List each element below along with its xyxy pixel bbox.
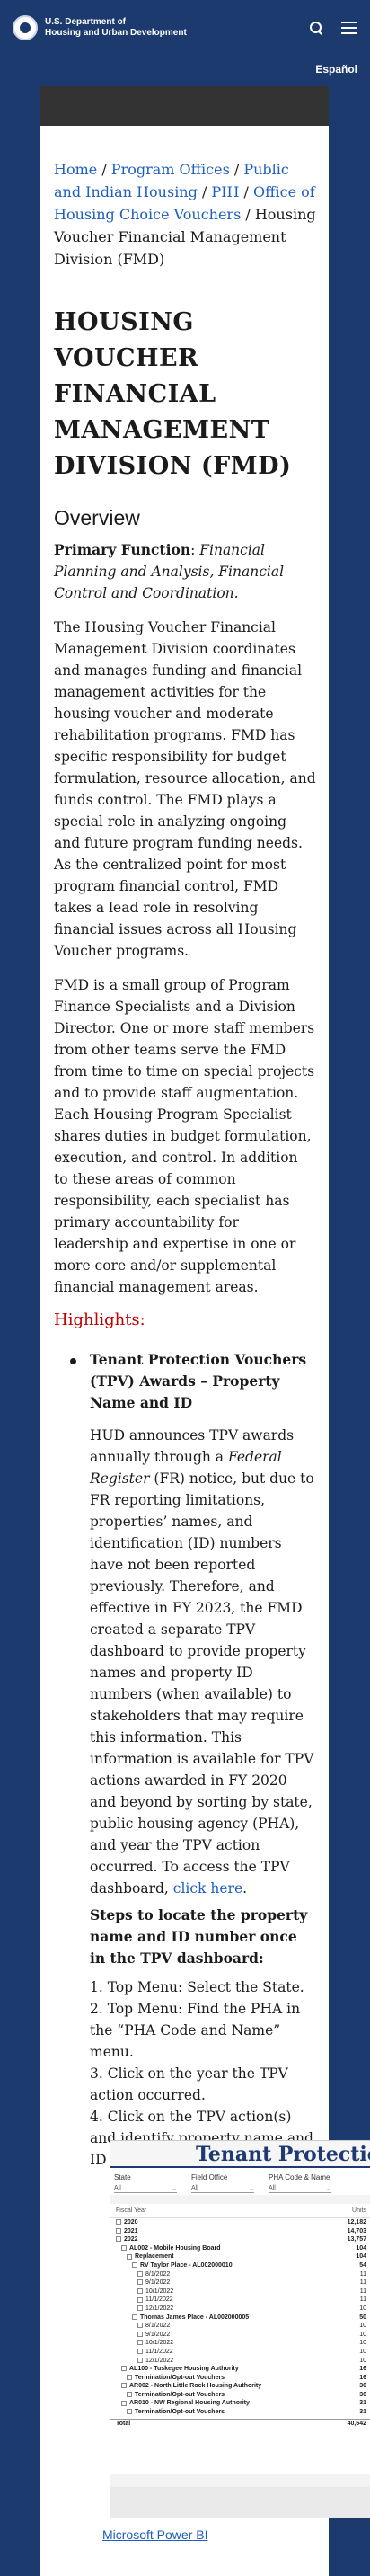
overview-paragraph-1: The Housing Voucher Financial Management… [54, 619, 316, 959]
table-row[interactable]: 9/1/2022 11 [110, 2278, 370, 2287]
table-row[interactable]: 11/1/2022 11 [110, 2296, 370, 2305]
expand-toggle-icon [127, 2409, 132, 2415]
table-row[interactable]: Replacement 104 [110, 2252, 370, 2261]
table-row[interactable]: 10/1/2022 10 [110, 2339, 370, 2348]
table-row[interactable]: 11/1/2022 10 [110, 2348, 370, 2357]
expand-toggle-icon [116, 2219, 121, 2225]
dashboard-table: Fiscal Year Units 2020 12,182 2021 14,703 202… [110, 2204, 370, 2474]
table-row[interactable]: Termination/Opt-out Vouchers 16 [110, 2374, 370, 2383]
breadcrumb-home[interactable]: Home [54, 161, 97, 178]
expand-toggle-icon [132, 2314, 137, 2320]
hud-seal-logo[interactable] [13, 15, 38, 40]
expand-toggle-icon [137, 2287, 143, 2294]
expand-toggle-icon [127, 2392, 132, 2398]
steps-title: Steps to locate the property name and ID… [90, 1906, 308, 1967]
table-row[interactable]: Termination/Opt-out Vouchers 31 [110, 2408, 370, 2417]
step-1: 1. Top Menu: Select the State. [90, 1979, 304, 1995]
site-header: U.S. Department of Housing and Urban Dev… [0, 0, 370, 56]
page-title: HOUSING VOUCHER FINANCIAL MANAGEMENT DIV… [54, 308, 292, 480]
expand-toggle-icon [121, 2366, 127, 2372]
table-row[interactable]: 12/1/2022 10 [110, 2305, 370, 2314]
highlights-list: Tenant Protection Vouchers (TPV) Awards … [54, 1349, 316, 2171]
breadcrumb-program-offices[interactable]: Program Offices [111, 161, 230, 178]
table-row[interactable]: 2021 14,703 [110, 2227, 370, 2236]
breadcrumb: Home / Program Offices / Public and Indi… [54, 161, 316, 268]
table-row[interactable]: 2022 13,757 [110, 2235, 370, 2244]
table-total-row: Total 40,642 [110, 2418, 370, 2428]
table-row[interactable]: 8/1/2022 10 [110, 2322, 370, 2331]
table-row[interactable]: AL002 - Mobile Housing Board 104 [110, 2244, 370, 2253]
expand-toggle-icon [137, 2331, 143, 2337]
overview-paragraph-2: FMD is a small group of Program Finance … [54, 977, 315, 1295]
breadcrumb-pih[interactable]: PIH [211, 183, 239, 200]
primary-function: Primary Function: Financial Planning and… [54, 541, 285, 601]
expand-toggle-icon [116, 2227, 121, 2234]
table-row[interactable]: AL100 - Tuskegee Housing Authority 16 [110, 2365, 370, 2374]
table-row[interactable]: 12/1/2022 10 [110, 2357, 370, 2366]
tpv-item-title: Tenant Protection Vouchers (TPV) Awards … [90, 1351, 307, 1411]
expand-toggle-icon [137, 2340, 143, 2346]
chevron-down-icon: ⌄ [326, 2186, 331, 2192]
highlights-heading: Highlights: [54, 1310, 145, 1329]
tpv-item-body: HUD announces TPV awards annually throug… [90, 1427, 314, 1896]
expand-toggle-icon [116, 2236, 121, 2243]
expand-toggle-icon [121, 2383, 127, 2389]
pha-filter: PHA Code & Name All ⌄ [269, 2173, 331, 2193]
expand-toggle-icon [137, 2323, 143, 2329]
dashboard-filters: State All ⌄ Field Office All ⌄ PHA Code & … [110, 2168, 370, 2195]
primary-function-label: Primary Function [54, 541, 191, 558]
expand-toggle-icon [121, 2244, 127, 2251]
content-top-bar [40, 86, 329, 126]
table-row[interactable]: AR002 - North Little Rock Housing Author… [110, 2382, 370, 2391]
table-row[interactable]: 10/1/2022 11 [110, 2287, 370, 2296]
list-item: Tenant Protection Vouchers (TPV) Awards … [70, 1349, 316, 2171]
expand-toggle-icon [137, 2357, 143, 2363]
expand-toggle-icon [137, 2305, 143, 2312]
spanish-language-link[interactable]: Español [315, 63, 357, 76]
expand-toggle-icon [127, 2253, 132, 2260]
table-row[interactable]: Thomas James Place - AL002000005 50 [110, 2314, 370, 2323]
expand-toggle-icon [137, 2296, 143, 2303]
expand-toggle-icon [132, 2262, 137, 2269]
step-2: 2. Top Menu: Find the PHA in the “PHA Co… [90, 2001, 301, 2060]
field-office-filter: Field Office All ⌄ [191, 2173, 254, 2193]
table-row[interactable]: RV Taylor Place - AL002000010 54 [110, 2261, 370, 2270]
tpv-dashboard-link[interactable]: click here [173, 1880, 242, 1896]
expand-toggle-icon [137, 2270, 143, 2277]
chevron-down-icon: ⌄ [249, 2186, 254, 2192]
expand-toggle-icon [137, 2349, 143, 2355]
tpv-dashboard-screenshot: Tenant Protection State All⌄ Field Offic… [110, 2140, 370, 2518]
table-row[interactable]: 8/1/2022 11 [110, 2270, 370, 2279]
search-icon[interactable] [309, 21, 323, 35]
table-row[interactable]: 9/1/2022 10 [110, 2331, 370, 2340]
agency-name[interactable]: U.S. Department of Housing and Urban Dev… [45, 17, 187, 39]
hamburger-menu-icon[interactable] [341, 22, 357, 34]
state-filter: State All ⌄ [114, 2173, 177, 2193]
table-row[interactable]: 2020 12,182 [110, 2218, 370, 2227]
expand-toggle-icon [127, 2374, 132, 2380]
table-row[interactable]: AR010 - NW Regional Housing Authority 31 [110, 2399, 370, 2408]
agency-line-2: Housing and Urban Development [45, 28, 187, 38]
dashboard-title: Tenant Protection [110, 2141, 370, 2168]
expand-toggle-icon [137, 2279, 143, 2286]
chevron-down-icon: ⌄ [172, 2186, 177, 2192]
overview-heading: Overview [54, 506, 140, 529]
powerbi-link[interactable]: Microsoft Power BI [102, 2527, 207, 2542]
powerbi-footer-bar [110, 2487, 370, 2518]
agency-line-1: U.S. Department of [45, 17, 127, 27]
expand-toggle-icon [121, 2400, 127, 2406]
table-row[interactable]: Termination/Opt-out Vouchers 36 [110, 2391, 370, 2400]
table-header: Fiscal Year Units [110, 2204, 370, 2218]
step-3: 3. Click on the year the TPV action occu… [90, 2065, 288, 2103]
